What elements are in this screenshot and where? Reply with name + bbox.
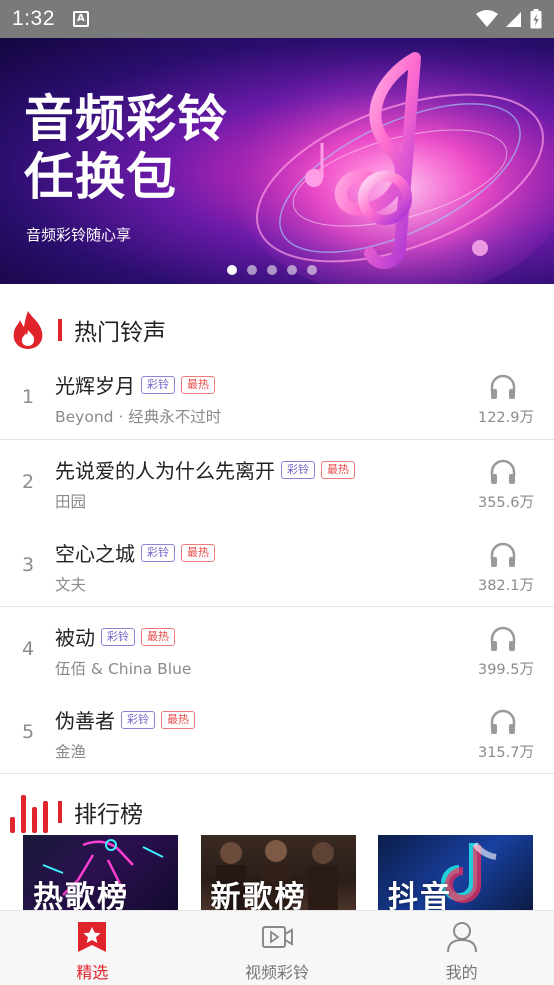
banner-title-line1: 音频彩铃	[24, 90, 228, 148]
song-row[interactable]: 1 光辉岁月 彩铃 最热 Beyond · 经典永不过时 122.9万	[0, 356, 554, 439]
promo-banner[interactable]: 音频彩铃 任换包 音频彩铃随心享	[0, 38, 554, 284]
signal-icon	[506, 12, 521, 27]
headphone-icon[interactable]	[489, 459, 517, 485]
nav-video-ringtone[interactable]: 视频彩铃	[185, 911, 370, 985]
nav-label: 我的	[445, 963, 478, 982]
notification-a-icon: A	[72, 11, 89, 27]
song-rank: 4	[22, 638, 35, 660]
headphone-icon[interactable]	[489, 374, 517, 400]
ranking-card-new[interactable]: 新歌榜	[200, 835, 356, 910]
banner-subtitle: 音频彩铃随心享	[26, 226, 132, 244]
song-artist: 金渔	[55, 743, 87, 761]
status-bar: 1:32 A	[0, 0, 554, 38]
song-title-row: 被动 彩铃 最热	[55, 622, 175, 651]
ringtone-tag: 彩铃	[121, 710, 155, 729]
hot-tag: 最热	[181, 543, 215, 562]
hot-ringtones-header: 热门铃声	[0, 306, 554, 354]
banner-title-line2: 任换包	[24, 148, 177, 206]
hot-tag: 最热	[321, 460, 355, 479]
song-title-row: 光辉岁月 彩铃 最热	[55, 370, 215, 399]
section-title: 排行榜	[74, 802, 143, 828]
treble-clef-art	[230, 52, 554, 284]
headphone-icon[interactable]	[489, 626, 517, 652]
ranking-card-hot[interactable]: 热歌榜	[23, 835, 178, 910]
nav-label: 视频彩铃	[245, 963, 310, 982]
song-title: 光辉岁月	[55, 374, 135, 398]
play-count: 382.1万	[477, 578, 534, 594]
song-artist: 伍佰 & China Blue	[55, 660, 192, 678]
song-artist: 田园	[55, 493, 87, 511]
status-time: 1:32	[12, 7, 55, 30]
hot-tag: 最热	[161, 710, 195, 729]
song-title: 空心之城	[55, 542, 135, 566]
song-rank: 2	[22, 471, 35, 493]
song-title-row: 先说爱的人为什么先离开 彩铃 最热	[55, 455, 355, 484]
play-count: 355.6万	[477, 495, 534, 511]
play-count: 122.9万	[477, 410, 534, 426]
song-artist: 文夫	[55, 576, 87, 594]
ranking-card-label: 新歌榜	[210, 880, 307, 910]
song-artist: Beyond · 经典永不过时	[55, 408, 222, 426]
ringtone-tag: 彩铃	[141, 375, 175, 394]
carousel-dot[interactable]	[267, 265, 277, 275]
chart-bars-icon	[10, 795, 48, 833]
headphone-icon[interactable]	[489, 709, 517, 735]
ringtone-tag: 彩铃	[141, 543, 175, 562]
nav-label: 精选	[76, 963, 109, 982]
bottom-nav: 精选 视频彩铃 我的	[0, 910, 554, 985]
ringtone-tag: 彩铃	[281, 460, 315, 479]
divider	[0, 606, 554, 607]
play-count: 399.5万	[477, 662, 534, 678]
section-accent-bar	[58, 801, 62, 823]
hot-tag: 最热	[141, 627, 175, 646]
ranking-card-douyin[interactable]: 抖音	[378, 835, 533, 910]
song-title: 伪善者	[55, 709, 115, 733]
song-row[interactable]: 5 伪善者 彩铃 最热 金渔 315.7万	[0, 691, 554, 774]
song-rank: 3	[22, 554, 35, 576]
star-bookmark-icon	[78, 922, 107, 952]
play-count: 315.7万	[477, 745, 534, 761]
song-row[interactable]: 4 被动 彩铃 最热 伍佰 & China Blue 399.5万	[0, 608, 554, 691]
carousel-dot[interactable]	[247, 265, 257, 275]
video-ringtone-icon	[262, 926, 293, 948]
song-title-row: 伪善者 彩铃 最热	[55, 705, 195, 734]
song-rank: 5	[22, 721, 35, 743]
song-title: 先说爱的人为什么先离开	[55, 459, 275, 483]
nav-profile[interactable]: 我的	[369, 911, 554, 985]
user-icon	[446, 922, 477, 953]
section-title: 热门铃声	[74, 320, 166, 346]
carousel-dot[interactable]	[287, 265, 297, 275]
divider	[0, 439, 554, 440]
song-row[interactable]: 3 空心之城 彩铃 最热 文夫 382.1万	[0, 524, 554, 607]
ranking-card-label: 抖音	[388, 880, 452, 910]
song-title: 被动	[55, 626, 95, 650]
song-title-row: 空心之城 彩铃 最热	[55, 538, 215, 567]
headphone-icon[interactable]	[489, 542, 517, 568]
section-accent-bar	[58, 319, 62, 341]
carousel-dots	[227, 265, 317, 275]
divider	[0, 773, 554, 774]
ranking-header: 排行榜	[0, 788, 554, 836]
song-row[interactable]: 2 先说爱的人为什么先离开 彩铃 最热 田园 355.6万	[0, 441, 554, 524]
carousel-dot[interactable]	[227, 265, 237, 275]
flame-icon	[13, 311, 43, 349]
status-icons	[476, 9, 542, 29]
battery-icon	[530, 9, 542, 29]
carousel-dot[interactable]	[307, 265, 317, 275]
ranking-cards: 热歌榜 新歌榜 抖音	[23, 835, 533, 910]
ringtone-tag: 彩铃	[101, 627, 135, 646]
wifi-icon	[476, 10, 498, 27]
banner-title: 音频彩铃 任换包	[24, 90, 228, 206]
ranking-card-label: 热歌榜	[33, 880, 129, 910]
song-rank: 1	[22, 386, 35, 408]
nav-featured[interactable]: 精选	[0, 911, 185, 985]
hot-tag: 最热	[181, 375, 215, 394]
